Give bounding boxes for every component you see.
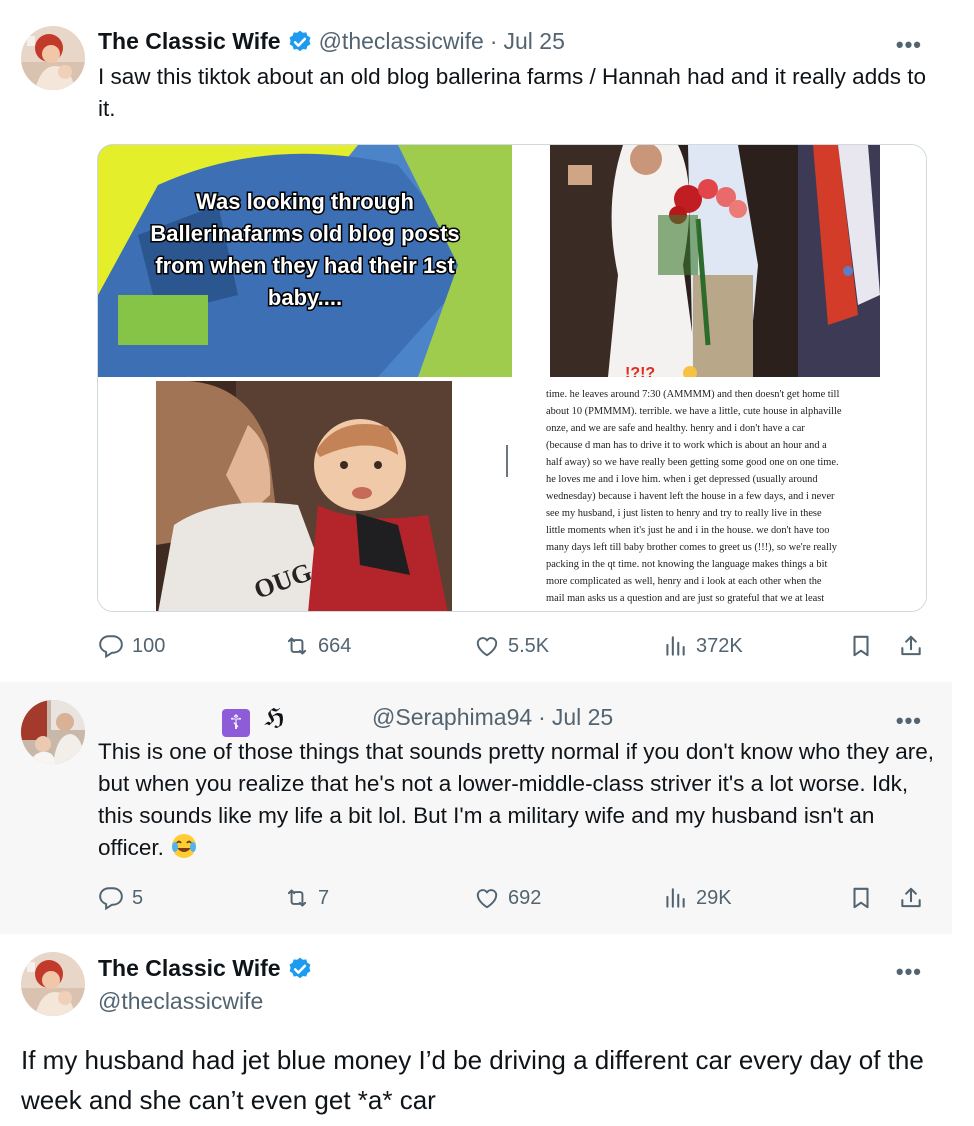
views-count: 372K bbox=[696, 634, 743, 657]
tweet-actions: 100 664 5.5K 372K bbox=[98, 633, 928, 663]
overlay-line-1: Was looking through bbox=[196, 189, 414, 214]
reply-count: 100 bbox=[132, 634, 166, 657]
like-count: 5.5K bbox=[508, 634, 550, 657]
author-name[interactable]: The Classic Wife bbox=[98, 28, 281, 55]
tweet-header: The Classic Wife bbox=[98, 955, 319, 982]
separator-dot: · bbox=[489, 28, 498, 54]
blog-line: wednesday) because i havent left the hou… bbox=[546, 491, 835, 502]
separator-dot: · bbox=[538, 704, 546, 730]
share-icon bbox=[901, 635, 921, 656]
more-options-icon[interactable]: ••• bbox=[896, 959, 922, 985]
reply-icon bbox=[99, 887, 123, 911]
blog-line: mail man asks us a question and are just… bbox=[546, 593, 824, 604]
blog-line: little moments when it's just he and i i… bbox=[546, 525, 829, 536]
repost-icon bbox=[287, 637, 307, 655]
blog-line: he loves me and i love him. when i get d… bbox=[546, 474, 818, 485]
verified-badge-icon bbox=[287, 956, 313, 982]
author-name[interactable]: The Classic Wife bbox=[98, 955, 281, 982]
views-button[interactable]: 372K bbox=[662, 633, 743, 659]
tweet-reply[interactable]: ☦ ℌ @Seraphima94 · Jul 25 ••• This is on… bbox=[0, 682, 952, 934]
share-icon bbox=[901, 887, 921, 908]
tweet-date[interactable]: Jul 25 bbox=[552, 704, 613, 731]
views-button[interactable]: 29K bbox=[662, 885, 732, 911]
overlay-line-4: baby.... bbox=[268, 285, 342, 310]
tweet-text: If my husband had jet blue money I’d be … bbox=[21, 1045, 924, 1115]
blog-line: time. he leaves around 7:30 (AMMMM) and … bbox=[546, 389, 839, 400]
avatar[interactable] bbox=[21, 26, 85, 90]
like-count: 692 bbox=[508, 886, 542, 909]
blog-line: many days left till baby brother comes t… bbox=[546, 542, 838, 553]
media-couple-photo: !?!? bbox=[512, 145, 926, 382]
orthodox-cross-icon: ☦ bbox=[222, 709, 250, 737]
repost-count: 7 bbox=[318, 886, 330, 909]
views-chart-icon bbox=[666, 636, 685, 656]
overlay-line-2: Ballerinafarms old blog posts bbox=[150, 221, 459, 246]
reply-count: 5 bbox=[132, 886, 144, 909]
reply-button[interactable]: 5 bbox=[98, 885, 143, 911]
media-blog-text: time. he leaves around 7:30 (AMMMM) and … bbox=[512, 377, 926, 611]
verified-badge-icon bbox=[287, 29, 313, 55]
blog-line: more complicated as well, henry and i lo… bbox=[546, 576, 822, 587]
tweet-focused[interactable]: The Classic Wife @theclassicwife ••• If … bbox=[0, 934, 952, 1126]
overlay-line-3: from when they had their 1st bbox=[155, 253, 455, 278]
tweet-header: ☦ ℌ bbox=[222, 704, 285, 737]
author-handle[interactable]: @theclassicwife bbox=[98, 988, 263, 1015]
blog-line: see my husband, i just listen to henry a… bbox=[546, 508, 822, 519]
views-count: 29K bbox=[696, 886, 732, 909]
like-button[interactable]: 692 bbox=[474, 885, 541, 911]
tweet-text: I saw this tiktok about an old blog ball… bbox=[98, 64, 926, 121]
share-button[interactable] bbox=[898, 885, 924, 911]
author-handle[interactable]: @theclassicwife bbox=[319, 28, 484, 55]
tears-of-joy-emoji-icon bbox=[170, 832, 198, 860]
heart-icon bbox=[476, 637, 498, 657]
tweet-original[interactable]: The Classic Wife @theclassicwife · Jul 2… bbox=[0, 0, 952, 682]
reply-icon bbox=[99, 635, 123, 659]
tweet-date[interactable]: Jul 25 bbox=[503, 28, 564, 55]
blog-line: about 10 (PMMMM). terrible. we have a li… bbox=[546, 406, 842, 417]
reply-button[interactable]: 100 bbox=[98, 633, 165, 659]
tweet-handle-row: @Seraphima94 · Jul 25 bbox=[372, 704, 613, 731]
repost-button[interactable]: 664 bbox=[284, 633, 351, 659]
heart-icon bbox=[476, 889, 498, 909]
tweet-actions: 5 7 692 29K bbox=[98, 885, 928, 915]
repost-count: 664 bbox=[318, 634, 352, 657]
bookmark-button[interactable] bbox=[848, 885, 874, 911]
repost-icon bbox=[287, 889, 307, 907]
share-button[interactable] bbox=[898, 633, 924, 659]
bookmark-icon bbox=[853, 887, 869, 909]
more-options-icon[interactable]: ••• bbox=[896, 32, 922, 58]
views-chart-icon bbox=[666, 888, 685, 908]
author-name-glyphs[interactable]: ☦ ℌ bbox=[222, 704, 285, 737]
media-grid[interactable]: Was looking through Ballerinafarms old b… bbox=[97, 144, 927, 612]
more-options-icon[interactable]: ••• bbox=[896, 708, 922, 734]
repost-button[interactable]: 7 bbox=[284, 885, 329, 911]
author-handle[interactable]: @Seraphima94 bbox=[372, 704, 532, 731]
bookmark-icon bbox=[853, 635, 869, 657]
blog-line: packing in the qt time. not knowing the … bbox=[546, 559, 827, 570]
media-tiktok-frame: Was looking through Ballerinafarms old b… bbox=[98, 145, 512, 377]
blog-line: onze, and we are safe and healthy. henry… bbox=[546, 423, 805, 434]
bookmark-button[interactable] bbox=[848, 633, 874, 659]
blog-line: (because d man has to drive it to work w… bbox=[546, 440, 827, 451]
blog-line: half away) so we have really been gettin… bbox=[546, 457, 839, 468]
avatar[interactable] bbox=[21, 952, 85, 1016]
tweet-text-body: This is one of those things that sounds … bbox=[98, 739, 935, 860]
tweet-text: This is one of those things that sounds … bbox=[98, 736, 938, 864]
like-button[interactable]: 5.5K bbox=[474, 633, 549, 659]
tweet-header: The Classic Wife @theclassicwife · Jul 2… bbox=[98, 28, 565, 55]
tweet-handle-row: @theclassicwife bbox=[98, 988, 263, 1015]
avatar[interactable] bbox=[21, 700, 85, 764]
media-mother-baby-photo: OUGAR bbox=[98, 377, 512, 611]
